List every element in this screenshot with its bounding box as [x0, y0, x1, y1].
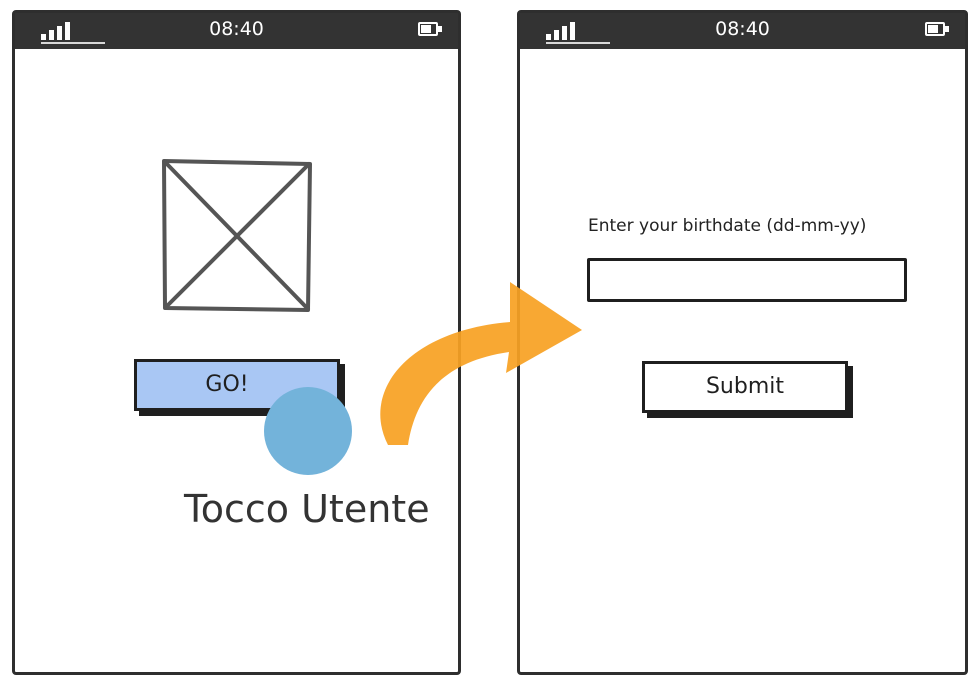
submit-button[interactable]: Submit — [642, 361, 848, 413]
birthdate-input[interactable] — [587, 258, 907, 302]
status-bar: 08:40 — [15, 13, 458, 49]
transition-arrow-icon — [380, 282, 582, 445]
status-bar: 08:40 — [520, 13, 965, 49]
status-time: 08:40 — [209, 18, 264, 40]
birthdate-label: Enter your birthdate (dd-mm-yy) — [588, 216, 867, 236]
touch-indicator — [264, 387, 352, 475]
image-placeholder-icon — [162, 159, 312, 312]
status-time: 08:40 — [715, 18, 770, 40]
touch-label: Tocco Utente — [184, 487, 430, 531]
battery-icon — [418, 22, 444, 38]
battery-icon — [925, 22, 951, 38]
